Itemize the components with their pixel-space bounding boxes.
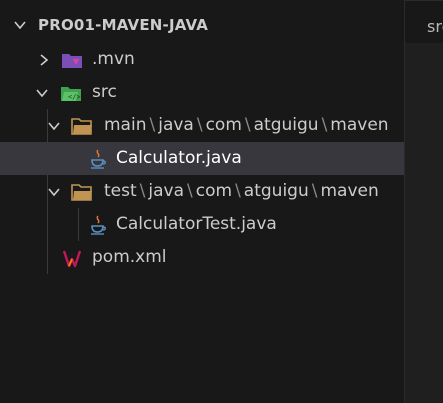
- editor-tab-bar: src: [405, 0, 443, 43]
- path-separator: \: [311, 181, 318, 201]
- svg-text:</>: </>: [68, 93, 81, 101]
- compact-folder-path: test \ java \ com \ atguigu \ maven: [104, 181, 379, 201]
- folder-mvn-icon: [62, 54, 82, 68]
- tree-item-label: Calculator.java: [116, 148, 242, 168]
- tree-item-label: CalculatorTest.java: [116, 214, 277, 234]
- explorer-panel: PRO01-MAVEN-JAVA .mvn </> src main \ jav…: [0, 0, 404, 403]
- chevron-down-icon[interactable]: [47, 185, 61, 199]
- tree-item-test-package[interactable]: test \ java \ com \ atguigu \ maven: [0, 175, 404, 208]
- tree-item-src[interactable]: </> src: [0, 76, 404, 109]
- tree-item-label: src: [92, 82, 117, 102]
- chevron-down-icon[interactable]: [47, 119, 61, 133]
- path-separator: \: [196, 115, 203, 135]
- tree-item-label: pom.xml: [92, 247, 167, 267]
- java-file-icon: [91, 215, 106, 235]
- path-segment[interactable]: java: [148, 181, 184, 201]
- path-segment[interactable]: maven: [330, 115, 388, 135]
- path-separator: \: [187, 181, 193, 201]
- path-segment[interactable]: atguigu: [254, 115, 319, 135]
- path-segment[interactable]: com: [196, 181, 232, 201]
- path-separator: \: [321, 115, 328, 135]
- maven-icon: [62, 250, 82, 268]
- java-file-icon: [91, 149, 106, 169]
- path-segment[interactable]: maven: [320, 181, 378, 201]
- tree-item-label: .mvn: [92, 49, 135, 69]
- path-separator: \: [235, 181, 241, 201]
- tree-item-pom-xml[interactable]: pom.xml: [0, 241, 404, 274]
- path-segment[interactable]: java: [158, 115, 194, 135]
- path-separator: \: [244, 115, 251, 135]
- project-title: PRO01-MAVEN-JAVA: [38, 16, 209, 34]
- vscode-window: PRO01-MAVEN-JAVA .mvn </> src main \ jav…: [0, 0, 443, 403]
- path-segment[interactable]: atguigu: [244, 181, 309, 201]
- tree-item-calculator-test-java[interactable]: CalculatorTest.java: [0, 208, 404, 241]
- tree-item-calculator-java[interactable]: Calculator.java: [0, 142, 404, 175]
- chevron-right-icon[interactable]: [37, 53, 51, 67]
- folder-open-icon: [71, 184, 92, 201]
- compact-folder-path: main \ java \ com \ atguigu \ maven: [104, 115, 389, 135]
- folder-open-icon: [71, 118, 92, 135]
- path-segment[interactable]: test: [104, 181, 137, 201]
- path-segment[interactable]: main: [104, 115, 146, 135]
- path-segment[interactable]: com: [206, 115, 242, 135]
- breadcrumb[interactable]: src: [427, 17, 443, 36]
- editor-area: src: [404, 0, 443, 403]
- tree-item-mvn[interactable]: .mvn: [0, 43, 404, 76]
- tree-item-main-package[interactable]: main \ java \ com \ atguigu \ maven: [0, 109, 404, 142]
- chevron-down-icon[interactable]: [35, 86, 49, 100]
- chevron-down-icon[interactable]: [13, 19, 27, 31]
- folder-src-icon: </>: [61, 87, 81, 101]
- path-separator: \: [139, 181, 146, 201]
- explorer-section-header[interactable]: PRO01-MAVEN-JAVA: [0, 8, 404, 42]
- path-separator: \: [149, 115, 156, 135]
